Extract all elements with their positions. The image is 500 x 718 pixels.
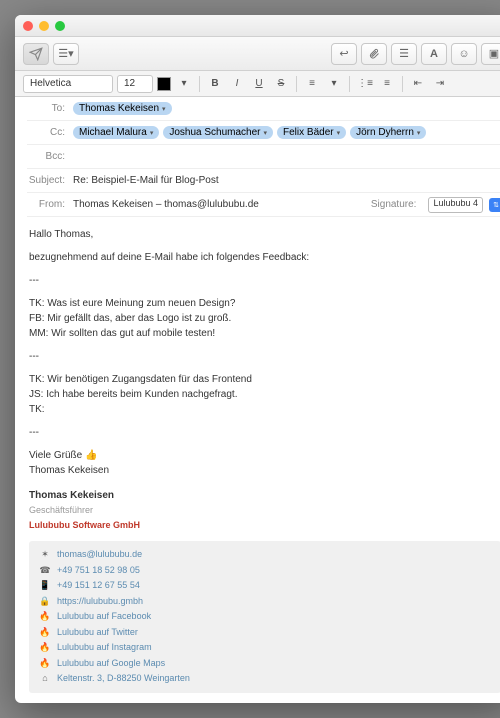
header-fields-button[interactable]: ☰▾ <box>53 43 79 65</box>
chevron-down-icon: ▾ <box>264 129 268 137</box>
contact-row[interactable]: ☎ +49 751 18 52 98 05 <box>39 563 491 579</box>
bold-button[interactable]: B <box>206 75 224 93</box>
titlebar[interactable] <box>15 15 500 37</box>
number-list-button[interactable]: ≡ <box>378 75 396 93</box>
recipient-token[interactable]: Michael Malura▾ <box>73 126 159 139</box>
contact-row[interactable]: 🔥 Lulububu auf Twitter <box>39 625 491 641</box>
signature-label: Signature: <box>371 199 417 210</box>
outdent-button[interactable]: ⇤ <box>409 75 427 93</box>
to-field[interactable]: Thomas Kekeisen▾ <box>73 102 500 115</box>
minimize-icon[interactable] <box>39 21 49 31</box>
contact-text: +49 151 12 67 55 54 <box>57 579 140 593</box>
separator-text: --- <box>29 349 500 364</box>
contact-icon: ☎ <box>39 564 51 578</box>
bullet-list-button[interactable]: ⋮≡ <box>356 75 374 93</box>
emoji-button[interactable]: ☺ <box>451 43 477 65</box>
contact-icon: ⌂ <box>39 672 51 686</box>
format-bar: Helvetica 12 ▾ B I U S ≡ ▾ ⋮≡ ≡ ⇤ ⇥ <box>15 71 500 97</box>
contact-icon: 🔥 <box>39 610 51 624</box>
toolbar: ☰▾ ↩ ☰ A ☺ ▣ <box>15 37 500 71</box>
signature-select[interactable]: Lulububu 4 <box>428 197 483 213</box>
format-button[interactable]: ☰ <box>391 43 417 65</box>
greeting-text: Hallo Thomas, <box>29 227 500 242</box>
contact-text: https://lulububu.gmbh <box>57 595 143 609</box>
feedback-block-2: TK: Wir benötigen Zugangsdaten für das F… <box>29 372 500 417</box>
color-dropdown-icon[interactable]: ▾ <box>175 75 193 93</box>
header-section: To: Thomas Kekeisen▾ Cc: Michael Malura▾… <box>15 97 500 217</box>
contact-row[interactable]: 🔥 Lulububu auf Facebook <box>39 609 491 625</box>
italic-button[interactable]: I <box>228 75 246 93</box>
separator-text: --- <box>29 273 500 288</box>
message-body[interactable]: Hallo Thomas, bezugnehmend auf deine E-M… <box>15 217 500 703</box>
contact-text: Lulububu auf Google Maps <box>57 657 165 671</box>
sender-name-text: Thomas Kekeisen <box>29 465 109 476</box>
contact-card: ✶thomas@lulububu.de☎+49 751 18 52 98 05📱… <box>29 541 500 693</box>
contact-icon: ✶ <box>39 548 51 562</box>
contact-row[interactable]: 📱 +49 151 12 67 55 54 <box>39 578 491 594</box>
to-label: To: <box>27 103 73 114</box>
sig-company: Lulububu Software GmbH <box>29 520 140 530</box>
zoom-icon[interactable] <box>55 21 65 31</box>
contact-row[interactable]: 🔒 https://lulububu.gmbh <box>39 594 491 610</box>
contact-text: Lulububu auf Twitter <box>57 626 138 640</box>
from-label: From: <box>27 199 73 210</box>
contact-icon: 🔥 <box>39 641 51 655</box>
send-button[interactable] <box>23 43 49 65</box>
contact-row[interactable]: 🔥 Lulububu auf Instagram <box>39 640 491 656</box>
contact-icon: 🔒 <box>39 595 51 609</box>
close-icon[interactable] <box>23 21 33 31</box>
from-value[interactable]: Thomas Kekeisen – thomas@lulububu.de <box>73 199 367 210</box>
recipient-token[interactable]: Thomas Kekeisen▾ <box>73 102 172 115</box>
recipient-token[interactable]: Joshua Schumacher▾ <box>163 126 273 139</box>
strikethrough-button[interactable]: S <box>272 75 290 93</box>
recipient-token[interactable]: Jörn Dyherrn▾ <box>350 126 426 139</box>
recipient-token[interactable]: Felix Bäder▾ <box>277 126 346 139</box>
indent-button[interactable]: ⇥ <box>431 75 449 93</box>
font-button[interactable]: A <box>421 43 447 65</box>
chevron-down-icon: ▾ <box>337 129 341 137</box>
bcc-label: Bcc: <box>27 151 73 162</box>
contact-row[interactable]: 🔥 Lulububu auf Google Maps <box>39 656 491 672</box>
attach-button[interactable] <box>361 43 387 65</box>
chevron-down-icon: ▾ <box>162 105 166 113</box>
sig-title: Geschäftsführer <box>29 505 93 515</box>
contact-text: +49 751 18 52 98 05 <box>57 564 140 578</box>
contact-text: Lulububu auf Instagram <box>57 641 152 655</box>
align-left-icon[interactable]: ≡ <box>303 75 321 93</box>
contact-row[interactable]: ⌂ Keltenstr. 3, D-88250 Weingarten <box>39 671 491 687</box>
intro-text: bezugnehmend auf deine E-Mail habe ich f… <box>29 250 500 265</box>
cc-label: Cc: <box>27 127 73 138</box>
separator-text: --- <box>29 425 500 440</box>
sig-name: Thomas Kekeisen <box>29 490 114 501</box>
reply-button[interactable]: ↩ <box>331 43 357 65</box>
closing-text: Viele Grüße 👍 <box>29 450 97 461</box>
contact-text: Lulububu auf Facebook <box>57 610 151 624</box>
contact-text: Keltenstr. 3, D-88250 Weingarten <box>57 672 190 686</box>
contact-icon: 📱 <box>39 579 51 593</box>
underline-button[interactable]: U <box>250 75 268 93</box>
contact-row[interactable]: ✶ thomas@lulububu.de <box>39 547 491 563</box>
chevron-down-icon: ▾ <box>150 129 154 137</box>
photo-button[interactable]: ▣ <box>481 43 500 65</box>
font-size-select[interactable]: 12 <box>117 75 153 93</box>
traffic-lights <box>23 21 65 31</box>
font-family-select[interactable]: Helvetica <box>23 75 113 93</box>
align-dropdown-icon[interactable]: ▾ <box>325 75 343 93</box>
contact-icon: 🔥 <box>39 626 51 640</box>
chevron-down-icon: ▾ <box>417 129 421 137</box>
signature-stepper-icon[interactable]: ⇅ <box>489 198 500 212</box>
text-color-button[interactable] <box>157 77 171 91</box>
subject-label: Subject: <box>27 175 73 186</box>
contact-icon: 🔥 <box>39 657 51 671</box>
compose-window: ☰▾ ↩ ☰ A ☺ ▣ Helvetica 12 ▾ B I U S ≡ ▾ … <box>15 15 500 703</box>
cc-field[interactable]: Michael Malura▾ Joshua Schumacher▾ Felix B… <box>73 126 500 139</box>
subject-input[interactable] <box>73 175 500 186</box>
feedback-block-1: TK: Was ist eure Meinung zum neuen Desig… <box>29 296 500 341</box>
contact-text: thomas@lulububu.de <box>57 548 142 562</box>
